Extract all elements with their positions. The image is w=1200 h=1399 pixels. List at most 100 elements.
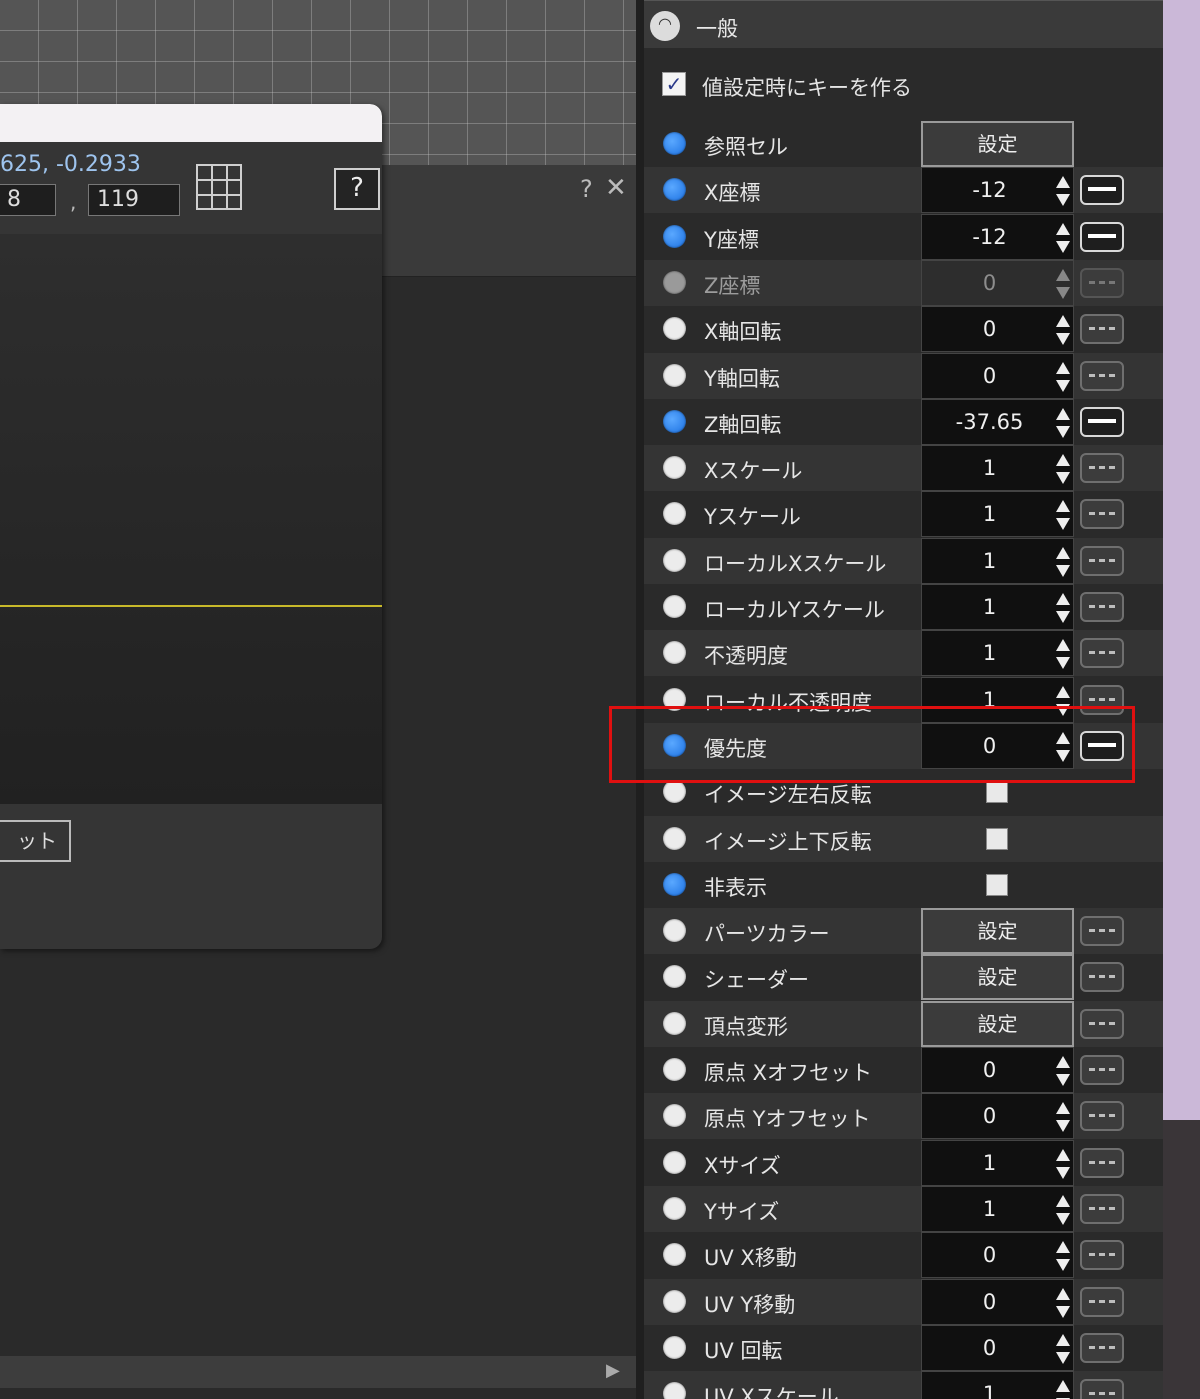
keyframe-toggle-button[interactable] xyxy=(1080,406,1124,437)
property-value[interactable]: 0 xyxy=(922,1336,1057,1360)
spinner-up-icon[interactable] xyxy=(1056,1148,1070,1161)
property-indicator-dot[interactable] xyxy=(663,641,686,665)
property-indicator-dot[interactable] xyxy=(663,826,686,850)
spinner-down-icon[interactable] xyxy=(1056,657,1070,670)
property-indicator-dot[interactable] xyxy=(663,548,686,572)
panel-help-icon[interactable]: ? xyxy=(580,175,593,203)
property-set-button[interactable]: 設定 xyxy=(921,121,1074,167)
spinner-up-icon[interactable] xyxy=(1056,1056,1070,1068)
property-value[interactable]: -12 xyxy=(922,178,1057,202)
property-indicator-dot[interactable] xyxy=(663,1289,686,1313)
keyframe-toggle-button[interactable] xyxy=(1080,453,1124,484)
spinner-arrows-icon[interactable] xyxy=(1052,1330,1072,1368)
spinner-up-icon[interactable] xyxy=(1056,1241,1070,1254)
property-indicator-dot[interactable] xyxy=(663,270,686,294)
property-value-input[interactable]: 0 xyxy=(921,352,1074,399)
spinner-arrows-icon[interactable] xyxy=(1052,358,1072,396)
property-value-input[interactable]: 1 xyxy=(921,584,1074,630)
property-value[interactable]: -12 xyxy=(922,225,1057,249)
spinner-arrows-icon[interactable] xyxy=(1052,404,1072,442)
property-value-input[interactable]: 0 xyxy=(921,1093,1074,1140)
spinner-down-icon[interactable] xyxy=(1056,1259,1070,1272)
property-value[interactable]: 1 xyxy=(922,1151,1057,1175)
spinner-down-icon[interactable] xyxy=(1056,1305,1070,1318)
curve-line[interactable] xyxy=(0,605,382,607)
property-value[interactable]: 1 xyxy=(922,1382,1057,1399)
property-value[interactable]: 0 xyxy=(922,317,1057,341)
property-value[interactable]: 0 xyxy=(922,364,1057,388)
reset-button[interactable]: ット xyxy=(0,820,71,862)
spinner-down-icon[interactable] xyxy=(1056,425,1070,438)
keyframe-toggle-button[interactable] xyxy=(1080,1240,1124,1271)
spinner-down-icon[interactable] xyxy=(1056,518,1070,531)
property-indicator-dot[interactable] xyxy=(663,780,686,804)
property-value-input[interactable]: -37.65 xyxy=(921,398,1074,445)
spinner-arrows-icon[interactable] xyxy=(1052,496,1072,534)
property-indicator-dot[interactable] xyxy=(663,872,686,896)
property-checkbox[interactable] xyxy=(986,781,1008,804)
property-value[interactable]: 1 xyxy=(922,595,1057,619)
property-value-input[interactable]: 0 xyxy=(921,1232,1074,1279)
spinner-down-icon[interactable] xyxy=(1056,333,1070,346)
spinner-up-icon[interactable] xyxy=(1056,407,1070,420)
spinner-up-icon[interactable] xyxy=(1056,500,1070,513)
keyframe-toggle-button[interactable] xyxy=(1080,314,1124,345)
property-indicator-dot[interactable] xyxy=(663,1382,686,1399)
property-value[interactable]: 0 xyxy=(922,1243,1057,1267)
property-value-input[interactable]: 1 xyxy=(921,445,1074,492)
spinner-up-icon[interactable] xyxy=(1056,1380,1070,1393)
property-value-input[interactable]: -12 xyxy=(921,213,1074,260)
property-indicator-dot[interactable] xyxy=(663,1150,686,1174)
spinner-arrows-icon[interactable] xyxy=(1052,1052,1072,1090)
spinner-down-icon[interactable] xyxy=(1056,472,1070,485)
spinner-arrows-icon[interactable] xyxy=(1052,265,1072,303)
property-indicator-dot[interactable] xyxy=(663,317,686,341)
spinner-down-icon[interactable] xyxy=(1056,1166,1070,1179)
property-value[interactable]: 1 xyxy=(922,456,1057,480)
spinner-down-icon[interactable] xyxy=(1056,564,1070,577)
keyframe-toggle-button[interactable] xyxy=(1080,175,1124,206)
property-indicator-dot[interactable] xyxy=(663,132,686,155)
keyframe-toggle-button[interactable] xyxy=(1080,1379,1124,1399)
spinner-down-icon[interactable] xyxy=(1056,379,1070,392)
spinner-up-icon[interactable] xyxy=(1056,1194,1070,1207)
keyframe-toggle-button[interactable] xyxy=(1080,1193,1124,1224)
spinner-arrows-icon[interactable] xyxy=(1052,450,1072,488)
keyframe-toggle-button[interactable] xyxy=(1080,1101,1124,1132)
property-value-input[interactable]: 0 xyxy=(921,259,1074,306)
spinner-up-icon[interactable] xyxy=(1056,176,1070,189)
keyframe-toggle-button[interactable] xyxy=(1080,962,1124,993)
spinner-up-icon[interactable] xyxy=(1056,222,1070,235)
property-value[interactable]: 1 xyxy=(922,1197,1057,1221)
property-value-input[interactable]: 1 xyxy=(921,1185,1074,1232)
property-value-input[interactable]: -12 xyxy=(921,167,1074,214)
keyframe-toggle-button[interactable] xyxy=(1080,1286,1124,1317)
property-indicator-dot[interactable] xyxy=(663,1196,686,1220)
spinner-down-icon[interactable] xyxy=(1056,611,1070,623)
spinner-arrows-icon[interactable] xyxy=(1052,1376,1072,1399)
property-indicator-dot[interactable] xyxy=(663,502,686,526)
keyframe-toggle-button[interactable] xyxy=(1080,1055,1124,1085)
spinner-arrows-icon[interactable] xyxy=(1052,1145,1072,1183)
spinner-up-icon[interactable] xyxy=(1056,1333,1070,1346)
spinner-up-icon[interactable] xyxy=(1056,268,1070,281)
spinner-down-icon[interactable] xyxy=(1056,1351,1070,1364)
spinner-arrows-icon[interactable] xyxy=(1052,543,1072,581)
keyframe-toggle-button[interactable] xyxy=(1080,499,1124,530)
spinner-down-icon[interactable] xyxy=(1056,1212,1070,1225)
property-value[interactable]: -37.65 xyxy=(922,410,1057,434)
keyframe-toggle-button[interactable] xyxy=(1080,545,1124,576)
spinner-down-icon[interactable] xyxy=(1056,1074,1070,1086)
keyframe-toggle-button[interactable] xyxy=(1080,1332,1124,1363)
spinner-arrows-icon[interactable] xyxy=(1052,635,1072,673)
spinner-arrows-icon[interactable] xyxy=(1052,1098,1072,1136)
property-indicator-dot[interactable] xyxy=(663,178,686,202)
spinner-down-icon[interactable] xyxy=(1056,286,1070,299)
property-value-input[interactable]: 0 xyxy=(921,1324,1074,1371)
property-value-input[interactable]: 1 xyxy=(921,537,1074,584)
spinner-up-icon[interactable] xyxy=(1056,685,1070,698)
spinner-down-icon[interactable] xyxy=(1056,194,1070,207)
spinner-arrows-icon[interactable] xyxy=(1052,172,1072,210)
property-value[interactable]: 0 xyxy=(922,1104,1057,1128)
spinner-arrows-icon[interactable] xyxy=(1052,1191,1072,1229)
